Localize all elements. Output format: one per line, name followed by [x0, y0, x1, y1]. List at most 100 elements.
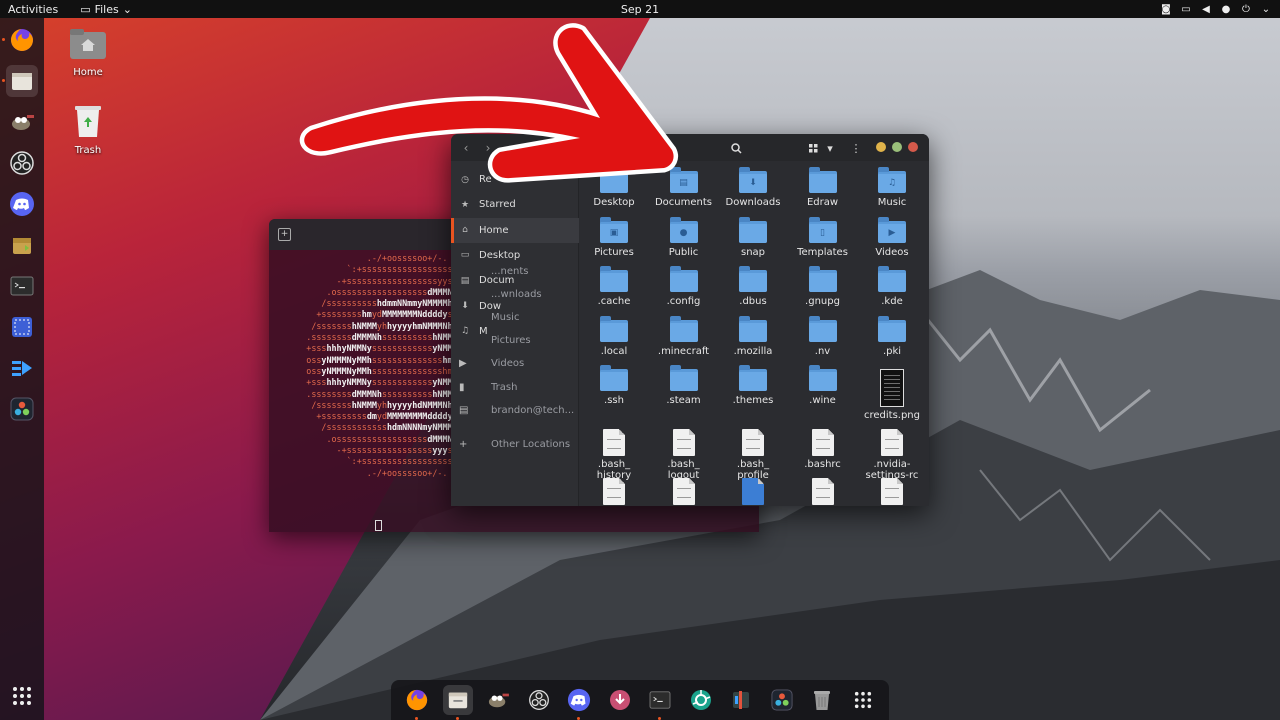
dock-archive[interactable] — [6, 229, 38, 261]
minimize-button[interactable] — [876, 142, 886, 152]
desktop-trash[interactable]: Trash — [58, 102, 118, 156]
file-item[interactable]: credits.png — [857, 369, 927, 421]
folder-item[interactable]: ● Public — [649, 216, 719, 258]
folder-item[interactable]: .themes — [718, 365, 788, 406]
bottom-dock-aperture[interactable] — [686, 685, 716, 715]
sidebar-item-re[interactable]: ◷ Re — [451, 167, 579, 192]
folder-item[interactable]: .dbus — [718, 266, 788, 307]
bottom-dock-firefox[interactable] — [402, 685, 432, 720]
display-icon[interactable]: ▭ — [1180, 3, 1192, 15]
file-item[interactable] — [857, 478, 927, 506]
text-file-icon — [881, 428, 903, 456]
dock-kdenlive[interactable] — [6, 352, 38, 384]
maximize-button[interactable] — [892, 142, 902, 152]
file-item[interactable]: .bashrc — [788, 428, 858, 470]
folder-item[interactable]: .local — [579, 315, 649, 357]
clock[interactable]: Sep 21 — [0, 3, 1280, 16]
sidebar-ghost-item[interactable]: Videos — [491, 358, 524, 369]
forward-button[interactable]: › — [477, 138, 499, 158]
folder-item[interactable]: .gnupg — [788, 266, 858, 307]
system-tray[interactable]: ◙ ▭ ◀ ● ⏻ ⌄ — [1160, 3, 1280, 15]
menu-button[interactable]: ⋮ — [846, 138, 866, 158]
discord-tray-icon[interactable]: ◙ — [1160, 3, 1172, 15]
file-item[interactable]: .bash_ logout — [649, 428, 719, 481]
sidebar-ghost-item[interactable]: Music — [491, 312, 519, 323]
folder-item[interactable]: .steam — [649, 365, 719, 406]
sidebar-ghost-item[interactable]: Other Locations — [491, 439, 570, 450]
bottom-dock-installer[interactable] — [605, 685, 635, 715]
file-item[interactable] — [718, 478, 788, 506]
view-options-button[interactable]: ▾ — [820, 138, 840, 158]
dock-discord[interactable] — [6, 188, 38, 220]
bottom-dock-show-apps[interactable] — [848, 685, 878, 715]
chevron-down-icon[interactable]: ⌄ — [1260, 3, 1272, 15]
sidebar-ghost-item[interactable]: ...nents — [491, 266, 529, 277]
folder-item[interactable]: snap — [718, 216, 788, 258]
text-file-icon — [742, 428, 764, 456]
folder-item[interactable]: .mozilla — [718, 315, 788, 357]
bottom-dock-davinci[interactable] — [767, 685, 797, 715]
folder-item[interactable]: .kde — [857, 266, 927, 307]
folder-item[interactable]: ♫ Music — [857, 167, 927, 208]
dock-firefox[interactable] — [2, 24, 38, 56]
file-item[interactable] — [788, 478, 858, 506]
folder-item[interactable]: .minecraft — [649, 315, 719, 357]
bottom-dock-discord[interactable] — [564, 685, 594, 720]
sidebar-ghost-item[interactable]: Pictures — [491, 335, 531, 346]
dock-files[interactable] — [2, 65, 38, 97]
folder-item[interactable]: .wine — [788, 365, 858, 406]
file-item[interactable] — [579, 478, 649, 506]
bottom-dock-obs[interactable] — [524, 685, 554, 715]
folder-item[interactable]: .nv — [788, 315, 858, 357]
folder-icon: ▭ — [80, 2, 91, 16]
file-item[interactable]: .bash_ profile — [718, 428, 788, 481]
folder-item[interactable]: Edraw — [788, 167, 858, 208]
folder-item[interactable]: .ssh — [579, 365, 649, 406]
dock-terminal[interactable] — [6, 270, 38, 302]
folder-item[interactable]: ▣ Pictures — [579, 216, 649, 258]
folder-item[interactable]: Desktop — [579, 167, 649, 208]
bottom-dock-gimp[interactable] — [483, 685, 513, 715]
sidebar-ghost-item[interactable]: ...wnloads — [491, 289, 542, 300]
show-applications[interactable] — [12, 686, 32, 710]
folder-item[interactable]: .cache — [579, 266, 649, 307]
app-menu[interactable]: ▭ Files ⌄ — [80, 3, 132, 16]
folder-item[interactable]: ⬇ Downloads — [718, 167, 788, 208]
folder-item[interactable]: .config — [649, 266, 719, 307]
dock-obs[interactable] — [6, 147, 38, 179]
folder-item[interactable]: .pki — [857, 315, 927, 357]
bottom-dock-trash[interactable] — [807, 685, 837, 715]
sidebar-item-desktop[interactable]: ▭ Desktop — [451, 243, 579, 268]
folder-item[interactable]: ▯ Templates — [788, 216, 858, 258]
file-name: credits.png — [863, 410, 920, 421]
sidebar-ghost-item[interactable]: Trash — [491, 382, 517, 393]
file-item[interactable]: .bash_ history — [579, 428, 649, 481]
file-item[interactable]: .nvidia- settings-rc — [857, 428, 927, 481]
new-tab-icon[interactable]: + — [278, 228, 291, 241]
file-item[interactable] — [649, 478, 719, 506]
dock-gimp[interactable] — [6, 106, 38, 138]
folder-item[interactable]: ▤ Documents — [649, 167, 719, 208]
search-button[interactable] — [726, 138, 746, 158]
back-button[interactable]: ‹ — [455, 138, 477, 158]
files-window[interactable]: ‹ › ▾ ⋮ ◷ Re ★ Starred ⌂ Home ▭ Desktop ▤ Docum ⬇ D… — [451, 134, 929, 506]
dock-davinci[interactable] — [6, 393, 38, 425]
sidebar-item-starred[interactable]: ★ Starred — [451, 192, 579, 217]
microphone-icon[interactable]: ● — [1220, 3, 1232, 15]
running-indicator — [2, 38, 5, 41]
desktop-home[interactable]: Home — [58, 28, 118, 78]
folder-item[interactable]: ▶ Videos — [857, 216, 927, 258]
sidebar-item-home[interactable]: ⌂ Home — [451, 217, 579, 243]
sidebar-ghost-item[interactable]: brandon@tech... — [491, 405, 574, 416]
app-grid-icon — [854, 691, 871, 709]
dock-screenshot[interactable] — [6, 311, 38, 343]
activities-button[interactable]: Activities — [0, 3, 66, 16]
bottom-dock-files[interactable] — [442, 685, 473, 720]
volume-icon[interactable]: ◀ — [1200, 3, 1212, 15]
bottom-dock-kdenlive[interactable] — [726, 685, 756, 715]
close-button[interactable] — [908, 142, 918, 152]
files-headerbar[interactable]: ‹ › ▾ ⋮ — [451, 134, 929, 161]
power-icon[interactable]: ⏻ — [1240, 3, 1252, 15]
firefox-icon — [407, 689, 428, 711]
bottom-dock-terminal[interactable] — [645, 685, 675, 720]
